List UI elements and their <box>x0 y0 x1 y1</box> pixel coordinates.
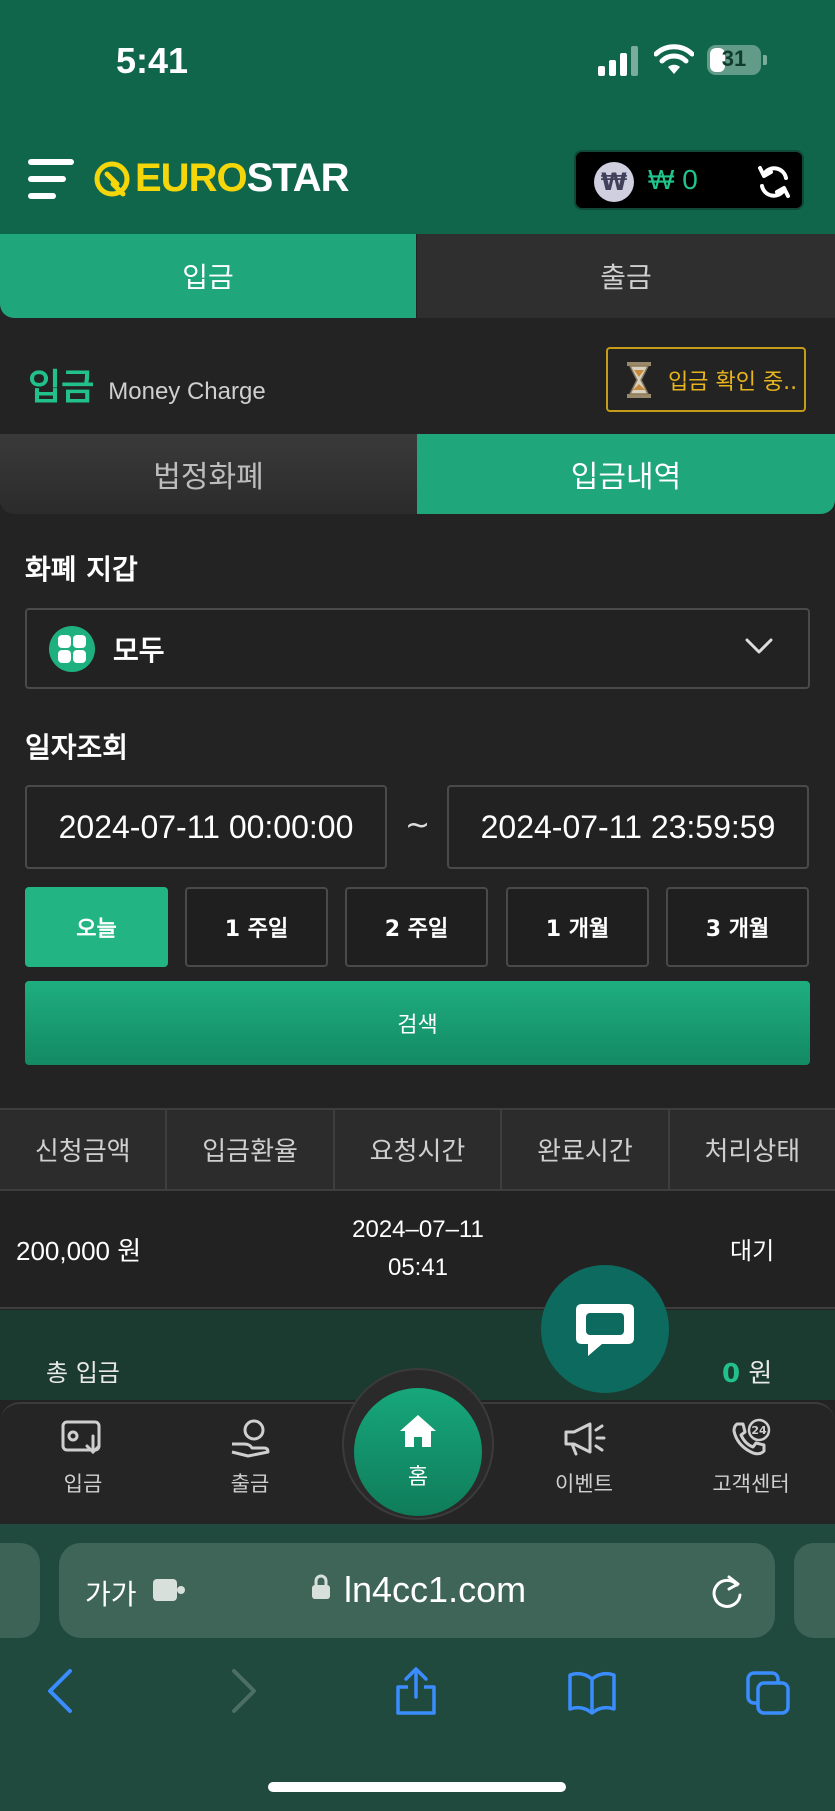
nav-home[interactable]: 홈 <box>354 1388 482 1516</box>
date-filter-label: 일자조회 <box>25 731 129 764</box>
wallet-amount: ₩ 0 <box>648 164 698 195</box>
total-value: 0 원 <box>722 1359 773 1389</box>
address-bar[interactable]: 가가 ln4cc1.com <box>59 1543 775 1638</box>
wifi-icon <box>654 44 694 74</box>
url-text: ln4cc1.com <box>344 1569 527 1610</box>
wallet-balance: ₩ ₩ 0 <box>574 150 804 210</box>
megaphone-icon <box>564 1422 606 1456</box>
date-separator: ~ <box>405 808 431 843</box>
status-time: 5:41 <box>116 40 189 81</box>
forward-icon[interactable] <box>218 1665 266 1717</box>
extension-icon[interactable] <box>151 1575 187 1605</box>
nav-deposit[interactable]: 입금 <box>13 1418 153 1498</box>
hourglass-icon <box>627 361 651 398</box>
wallet-select-value: 모두 <box>113 633 165 667</box>
page-title: 입금 Money Charge <box>28 367 266 408</box>
battery-icon: 31 <box>707 45 761 75</box>
hand-coin-icon <box>231 1419 270 1458</box>
column-exchange-rate: 입금환율 <box>167 1110 335 1189</box>
search-button[interactable]: 검색 <box>25 981 810 1065</box>
total-label: 총 입금 <box>46 1359 120 1387</box>
grid-icon <box>49 625 95 672</box>
bookmarks-icon[interactable] <box>568 1665 616 1717</box>
home-indicator <box>268 1782 566 1792</box>
column-requested-amount: 신청금액 <box>0 1110 168 1189</box>
date-to-input[interactable]: 2024-07-11 23:59:59 <box>447 785 809 869</box>
range-1week-button[interactable]: 1 주일 <box>185 887 328 967</box>
next-tab-preview[interactable] <box>794 1543 835 1638</box>
tabs-icon[interactable] <box>744 1665 792 1717</box>
lock-icon <box>312 1574 330 1599</box>
range-2week-button[interactable]: 2 주일 <box>345 887 488 967</box>
previous-tab-preview[interactable] <box>0 1543 40 1638</box>
wallet-filter-label: 화폐 지갑 <box>25 553 138 586</box>
support-24-icon: 24 <box>732 1418 771 1456</box>
svg-text:24: 24 <box>751 1424 767 1437</box>
wallet-select[interactable]: 모두 <box>25 608 810 689</box>
deposit-pending-button[interactable]: 입금 확인 중.. <box>606 347 806 412</box>
chevron-down-icon <box>745 638 773 654</box>
logo-mark-icon <box>94 161 130 197</box>
cellular-signal-icon <box>598 46 640 76</box>
column-complete-time: 완료시간 <box>502 1110 670 1189</box>
tab-withdraw[interactable]: 출금 <box>417 234 835 318</box>
nav-events[interactable]: 이벤트 <box>514 1418 654 1498</box>
menu-icon[interactable] <box>28 157 76 201</box>
cell-status: 대기 <box>730 1237 775 1265</box>
column-request-time: 요청시간 <box>335 1110 503 1189</box>
share-icon[interactable] <box>392 1665 440 1717</box>
tab-deposit-history[interactable]: 입금내역 <box>417 434 835 514</box>
won-coin-icon: ₩ <box>594 162 634 202</box>
brand-logo[interactable]: EUROSTAR <box>135 156 349 201</box>
date-from-input[interactable]: 2024-07-11 00:00:00 <box>25 785 387 869</box>
back-icon[interactable] <box>38 1665 86 1717</box>
tab-deposit[interactable]: 입금 <box>0 234 416 318</box>
range-today-button[interactable]: 오늘 <box>25 887 168 967</box>
cell-request-time: 2024–07–11 05:41 <box>352 1216 484 1281</box>
chat-bubble-icon <box>576 1304 634 1356</box>
nav-withdraw[interactable]: 출금 <box>180 1418 320 1498</box>
tab-fiat-currency[interactable]: 법정화폐 <box>0 434 417 514</box>
wallet-download-icon <box>61 1420 101 1455</box>
table-header: 신청금액 입금환율 요청시간 완료시간 처리상태 <box>0 1108 835 1191</box>
battery-level: 31 <box>721 46 747 71</box>
text-size-button[interactable]: 가가 <box>85 1573 137 1613</box>
reload-icon[interactable] <box>709 1571 745 1609</box>
chat-button[interactable] <box>541 1265 669 1393</box>
refresh-icon[interactable] <box>756 164 792 200</box>
table-row[interactable]: 200,000 원 2024–07–11 05:41 대기 <box>0 1191 835 1309</box>
column-status: 처리상태 <box>704 1137 801 1167</box>
nav-customer-center[interactable]: 24 고객센터 <box>681 1418 821 1498</box>
cell-amount: 200,000 원 <box>16 1236 142 1266</box>
range-3month-button[interactable]: 3 개월 <box>666 887 809 967</box>
battery-tip <box>763 55 767 65</box>
range-1month-button[interactable]: 1 개월 <box>506 887 649 967</box>
home-icon <box>400 1415 436 1447</box>
